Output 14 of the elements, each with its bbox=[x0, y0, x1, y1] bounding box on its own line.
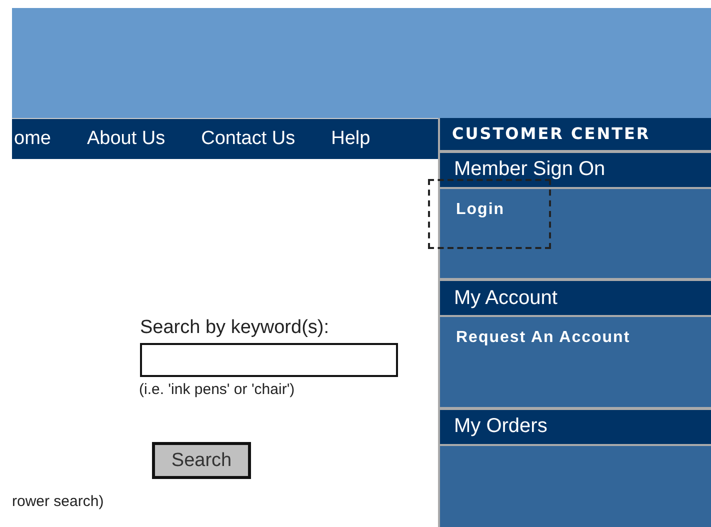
nav-link[interactable]: Contact Us bbox=[201, 128, 296, 150]
section-heading: My Account bbox=[440, 281, 711, 318]
section-heading: Member Sign On bbox=[440, 152, 711, 189]
section-heading: My Orders bbox=[440, 410, 711, 446]
panel-title: CUSTOMER CENTER bbox=[440, 118, 711, 153]
account-link[interactable]: Login bbox=[428, 178, 551, 249]
search-field[interactable] bbox=[140, 343, 398, 377]
search-note: rower search) bbox=[12, 493, 105, 510]
nav-link[interactable]: Help bbox=[331, 128, 370, 150]
search-button[interactable]: Search bbox=[152, 442, 251, 479]
search-label: Search by keyword(s): bbox=[140, 317, 330, 339]
nav-link[interactable]: ome bbox=[14, 128, 51, 150]
search-hint: (i.e. 'ink pens' or 'chair') bbox=[139, 381, 296, 398]
nav-link[interactable]: About Us bbox=[86, 128, 166, 150]
